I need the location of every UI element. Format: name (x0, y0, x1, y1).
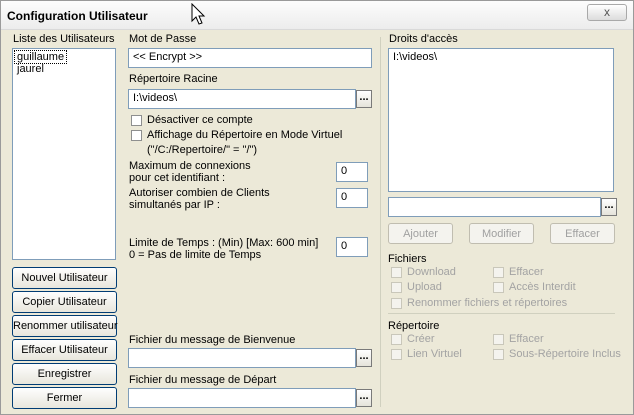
access-rights-list[interactable]: I:\videos\ (388, 48, 614, 192)
delete-dir-label: Effacer (509, 333, 544, 345)
access-forbidden-label: Accès Interdit (509, 281, 576, 293)
root-dir-browse-button[interactable]: ... (356, 90, 372, 108)
time-limit-label-1: Limite de Temps : (Min) [Max: 600 min] (129, 237, 319, 249)
directory-group-label: Répertoire (388, 320, 440, 332)
save-button[interactable]: Enregistrer (12, 363, 117, 385)
virtual-mode-label: Affichage du Répertoire en Mode Virtuel (147, 129, 343, 141)
upload-label: Upload (407, 281, 442, 293)
virtual-link-checkbox[interactable] (391, 349, 402, 360)
files-separator (388, 313, 615, 314)
create-dir-checkbox[interactable] (391, 334, 402, 345)
root-dir-field[interactable]: I:\videos\ (128, 89, 356, 109)
time-limit-field[interactable]: 0 (336, 237, 368, 257)
user-config-window: Configuration Utilisateur x Liste des Ut… (0, 0, 634, 415)
clients-per-ip-label-2: simultanés par IP : (129, 199, 220, 211)
max-connections-field[interactable]: 0 (336, 162, 368, 182)
files-group-label: Fichiers (388, 253, 427, 265)
password-label: Mot de Passe (129, 33, 197, 45)
mouse-cursor-icon (191, 3, 206, 25)
upload-checkbox[interactable] (391, 282, 402, 293)
rename-files-checkbox[interactable] (391, 298, 402, 309)
user-item-guillaume[interactable]: guillaume (13, 50, 113, 64)
welcome-file-field[interactable] (128, 348, 356, 368)
virtual-link-label: Lien Virtuel (407, 348, 462, 360)
add-access-button[interactable]: Ajouter (388, 223, 453, 244)
file-delete-label: Effacer (509, 266, 544, 278)
max-connections-label-2: pour cet identifiant : (129, 172, 226, 184)
disable-account-checkbox[interactable] (131, 115, 142, 126)
access-path-field[interactable] (388, 197, 601, 217)
users-list-label: Liste des Utilisateurs (13, 33, 115, 45)
copy-user-button[interactable]: Copier Utilisateur (12, 291, 117, 313)
new-user-button[interactable]: Nouvel Utilisateur (12, 267, 117, 289)
welcome-file-browse-button[interactable]: ... (356, 349, 372, 367)
access-path-browse-button[interactable]: ... (601, 198, 617, 216)
virtual-mode-example: ("/C:/Repertoire/" = "/") (147, 144, 258, 156)
subdirs-label: Sous-Répertoire Inclus (509, 348, 621, 360)
delete-dir-checkbox[interactable] (493, 334, 504, 345)
clients-per-ip-field[interactable]: 0 (336, 188, 368, 208)
welcome-file-label: Fichier du message de Bienvenue (129, 334, 296, 346)
close-window-button[interactable]: x (587, 4, 627, 21)
subdirs-checkbox[interactable] (493, 349, 504, 360)
column-separator (380, 37, 381, 407)
title-bar[interactable]: Configuration Utilisateur x (1, 1, 633, 30)
virtual-mode-checkbox[interactable] (131, 130, 142, 141)
window-title: Configuration Utilisateur (7, 9, 148, 23)
create-dir-label: Créer (407, 333, 435, 345)
file-delete-checkbox[interactable] (493, 267, 504, 278)
download-label: Download (407, 266, 456, 278)
delete-access-button[interactable]: Effacer (550, 223, 615, 244)
access-rights-item[interactable]: I:\videos\ (389, 49, 613, 65)
root-dir-label: Répertoire Racine (129, 73, 218, 85)
user-item-jaurel[interactable]: jaurel (15, 63, 113, 75)
disable-account-label: Désactiver ce compte (147, 114, 253, 126)
delete-user-button[interactable]: Effacer Utilisateur (12, 339, 117, 361)
departure-file-browse-button[interactable]: ... (356, 389, 372, 407)
close-button[interactable]: Fermer (12, 387, 117, 409)
download-checkbox[interactable] (391, 267, 402, 278)
clients-per-ip-label-1: Autoriser combien de Clients (129, 187, 270, 199)
modify-access-button[interactable]: Modifier (469, 223, 534, 244)
rename-user-button[interactable]: Renommer utilisateur (12, 315, 118, 337)
max-connections-label-1: Maximum de connexions (129, 160, 251, 172)
time-limit-label-2: 0 = Pas de limite de Temps (129, 249, 262, 261)
rename-files-label: Renommer fichiers et répertoires (407, 297, 568, 309)
access-rights-label: Droits d'accès (389, 33, 458, 45)
access-forbidden-checkbox[interactable] (493, 282, 504, 293)
users-list[interactable]: guillaume jaurel (12, 48, 116, 260)
departure-file-field[interactable] (128, 388, 356, 408)
departure-file-label: Fichier du message de Départ (129, 374, 277, 386)
password-field[interactable]: << Encrypt >> (128, 48, 372, 68)
